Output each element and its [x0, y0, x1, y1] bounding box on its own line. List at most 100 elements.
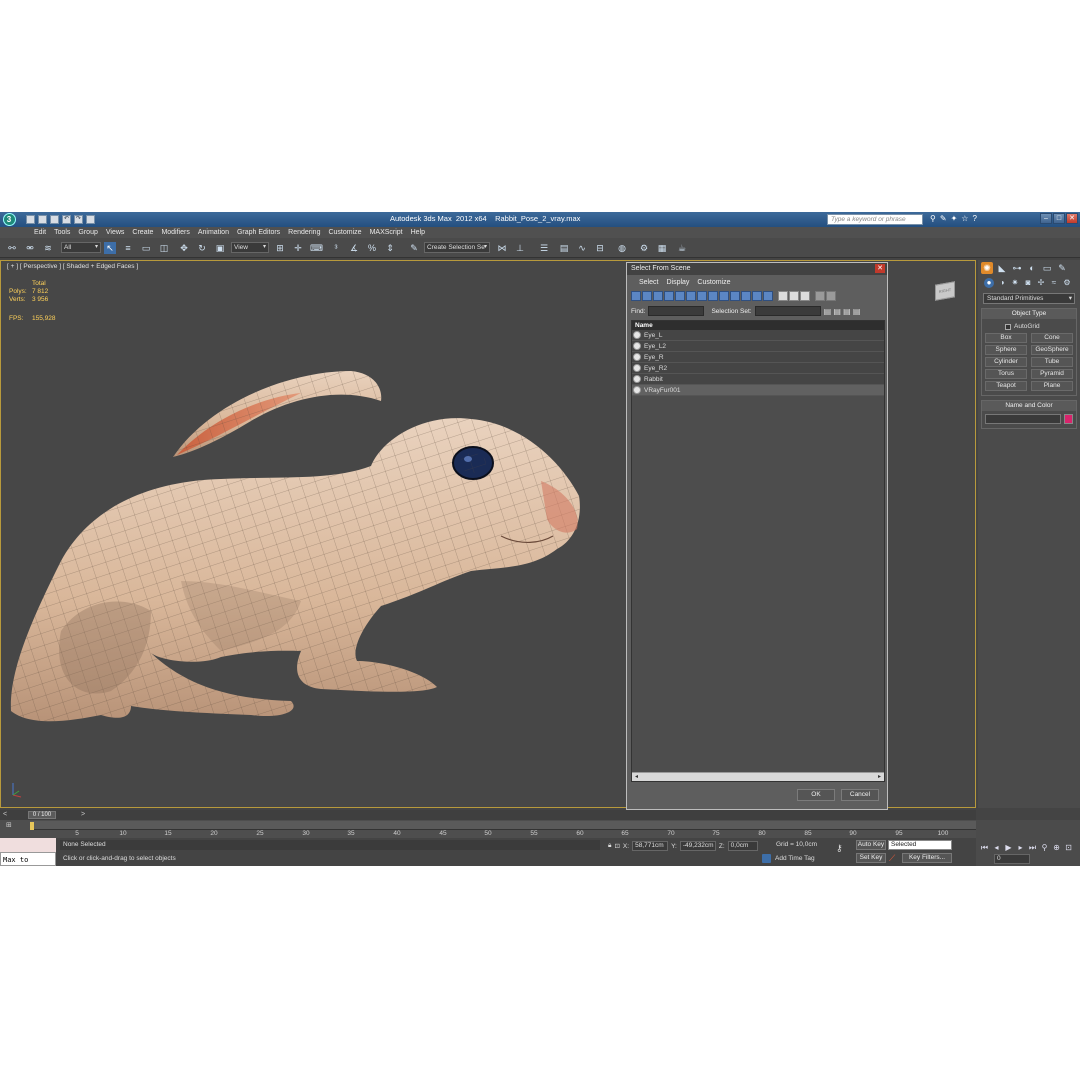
display-all-icon[interactable]	[763, 291, 773, 301]
favorites-icon[interactable]: ☆	[961, 214, 968, 224]
angle-snap-icon[interactable]: ∡	[348, 242, 360, 254]
object-color-swatch[interactable]	[1064, 414, 1073, 424]
key-mode-icon[interactable]: ⚷	[836, 843, 843, 854]
bind-space-warp-icon[interactable]: ≋	[42, 242, 54, 254]
object-type-header[interactable]: Object Type	[982, 309, 1076, 319]
menu-rendering[interactable]: Rendering	[284, 227, 324, 238]
display-hidden-icon[interactable]	[752, 291, 762, 301]
list-item[interactable]: Eye_R2	[632, 363, 884, 374]
teapot-button[interactable]: Teapot	[985, 381, 1027, 391]
edit-named-selection-icon[interactable]: ✎	[408, 242, 420, 254]
display-groups-icon[interactable]	[697, 291, 707, 301]
menu-group[interactable]: Group	[74, 227, 101, 238]
help-icon[interactable]: ?	[972, 214, 976, 224]
selection-set-dropdown[interactable]	[754, 306, 821, 316]
sync-selection-icon[interactable]	[800, 291, 810, 301]
time-slider-thumb[interactable]: 0 / 100	[28, 811, 56, 819]
ok-button[interactable]: OK	[797, 789, 835, 801]
set-key-icon[interactable]: ⟋	[889, 853, 895, 864]
menu-edit[interactable]: Edit	[30, 227, 50, 238]
search-input[interactable]: Type a keyword or phrase	[827, 214, 923, 225]
pivot-center-icon[interactable]: ⊞	[274, 242, 286, 254]
selection-filter-dropdown[interactable]: All	[61, 242, 101, 253]
time-slider[interactable]: < 0 / 100 >	[0, 810, 976, 820]
helpers-icon[interactable]: ✢	[1036, 278, 1046, 288]
list-item[interactable]: Eye_L2	[632, 341, 884, 352]
display-geometry-icon[interactable]	[631, 291, 641, 301]
menu-help[interactable]: Help	[407, 227, 429, 238]
select-by-name-icon[interactable]: ≡	[122, 242, 134, 254]
display-containers-icon[interactable]	[730, 291, 740, 301]
auto-key-mode-dropdown[interactable]: Selected	[888, 840, 952, 850]
keyboard-shortcut-override-icon[interactable]: ⌨	[310, 242, 323, 254]
find-input[interactable]	[648, 306, 705, 316]
schematic-view-icon[interactable]: ⊟	[594, 242, 606, 254]
mirror-icon[interactable]: ⋈	[496, 242, 508, 254]
select-and-manipulate-icon[interactable]: ✛	[292, 242, 304, 254]
snaps-toggle-icon[interactable]: ³	[330, 242, 342, 254]
curve-editor-icon[interactable]: ∿	[576, 242, 588, 254]
window-crossing-icon[interactable]: ◫	[158, 242, 170, 254]
unlink-icon[interactable]: ⚮	[24, 242, 36, 254]
new-file-icon[interactable]	[26, 215, 35, 224]
percent-snap-icon[interactable]: %	[366, 242, 378, 254]
align-icon[interactable]: ⊥	[514, 242, 526, 254]
selection-set-icons[interactable]: ▤ ▤ ▤ ▤	[824, 307, 861, 316]
scroll-left-icon[interactable]: ◂	[632, 773, 641, 781]
maximize-viewport-icon[interactable]: ⊡	[1064, 843, 1073, 852]
plane-button[interactable]: Plane	[1031, 381, 1073, 391]
geosphere-button[interactable]: GeoSphere	[1031, 345, 1073, 355]
next-frame-icon[interactable]: ▸	[1016, 843, 1025, 852]
rendered-frame-window-icon[interactable]: ▦	[656, 242, 668, 254]
cone-button[interactable]: Cone	[1031, 333, 1073, 343]
list-item[interactable]: VRayFur001	[632, 385, 884, 396]
select-and-rotate-icon[interactable]: ↻	[196, 242, 208, 254]
zoom-icon[interactable]: ⚲	[1040, 843, 1049, 852]
open-file-icon[interactable]	[38, 215, 47, 224]
render-production-icon[interactable]: ☕	[676, 242, 688, 254]
filter-icon[interactable]	[815, 291, 825, 301]
list-item[interactable]: Eye_R	[632, 352, 884, 363]
box-button[interactable]: Box	[985, 333, 1027, 343]
close-button[interactable]: ✕	[1066, 213, 1078, 224]
track-bar[interactable]: ⊞ 5 10 15 20 25 30 35 40 45 50 55 60 65 …	[0, 820, 976, 838]
motion-tab-icon[interactable]: ◐	[1026, 262, 1038, 274]
tube-button[interactable]: Tube	[1031, 357, 1073, 367]
display-space-warps-icon[interactable]	[686, 291, 696, 301]
dialog-title-bar[interactable]: Select From Scene ✕	[627, 263, 887, 275]
autogrid-checkbox[interactable]: AutoGrid	[985, 322, 1073, 331]
undo-icon[interactable]: ↶	[62, 215, 71, 224]
display-helpers-icon[interactable]	[675, 291, 685, 301]
lights-icon[interactable]: ✷	[1010, 278, 1020, 288]
add-time-tag[interactable]: Add Time Tag	[762, 854, 815, 863]
display-xrefs-icon[interactable]	[708, 291, 718, 301]
maxscript-listener-output[interactable]: Max to Physc.	[0, 852, 56, 866]
dialog-close-button[interactable]: ✕	[875, 264, 885, 273]
menu-modifiers[interactable]: Modifiers	[157, 227, 193, 238]
display-cameras-icon[interactable]	[664, 291, 674, 301]
menu-views[interactable]: Views	[102, 227, 129, 238]
cancel-button[interactable]: Cancel	[841, 789, 879, 801]
spinner-snap-icon[interactable]: ⇕	[384, 242, 396, 254]
select-object-icon[interactable]: ↖	[104, 242, 116, 254]
torus-button[interactable]: Torus	[985, 369, 1027, 379]
object-name-input[interactable]	[985, 414, 1061, 424]
display-tab-icon[interactable]: ▭	[1041, 262, 1053, 274]
display-frozen-icon[interactable]	[741, 291, 751, 301]
time-slider-prev-icon[interactable]: <	[0, 810, 10, 820]
named-selection-dropdown[interactable]: Create Selection Se	[424, 242, 490, 253]
go-to-start-icon[interactable]: ⏮	[980, 843, 989, 852]
communication-icon[interactable]: ✦	[951, 214, 958, 224]
dialog-menu-display[interactable]: Display	[666, 279, 689, 286]
pyramid-button[interactable]: Pyramid	[1031, 369, 1073, 379]
display-shapes-icon[interactable]	[642, 291, 652, 301]
cameras-icon[interactable]: ◙	[1023, 278, 1033, 288]
menu-maxscript[interactable]: MAXScript	[366, 227, 407, 238]
name-and-color-header[interactable]: Name and Color	[982, 401, 1076, 411]
track-bar-ruler[interactable]	[30, 821, 976, 830]
create-tab-icon[interactable]: ✺	[981, 262, 993, 274]
auto-key-button[interactable]: Auto Key	[856, 840, 886, 850]
save-file-icon[interactable]	[50, 215, 59, 224]
zoom-all-icon[interactable]: ⊕	[1052, 843, 1061, 852]
select-and-scale-icon[interactable]: ▣	[214, 242, 226, 254]
